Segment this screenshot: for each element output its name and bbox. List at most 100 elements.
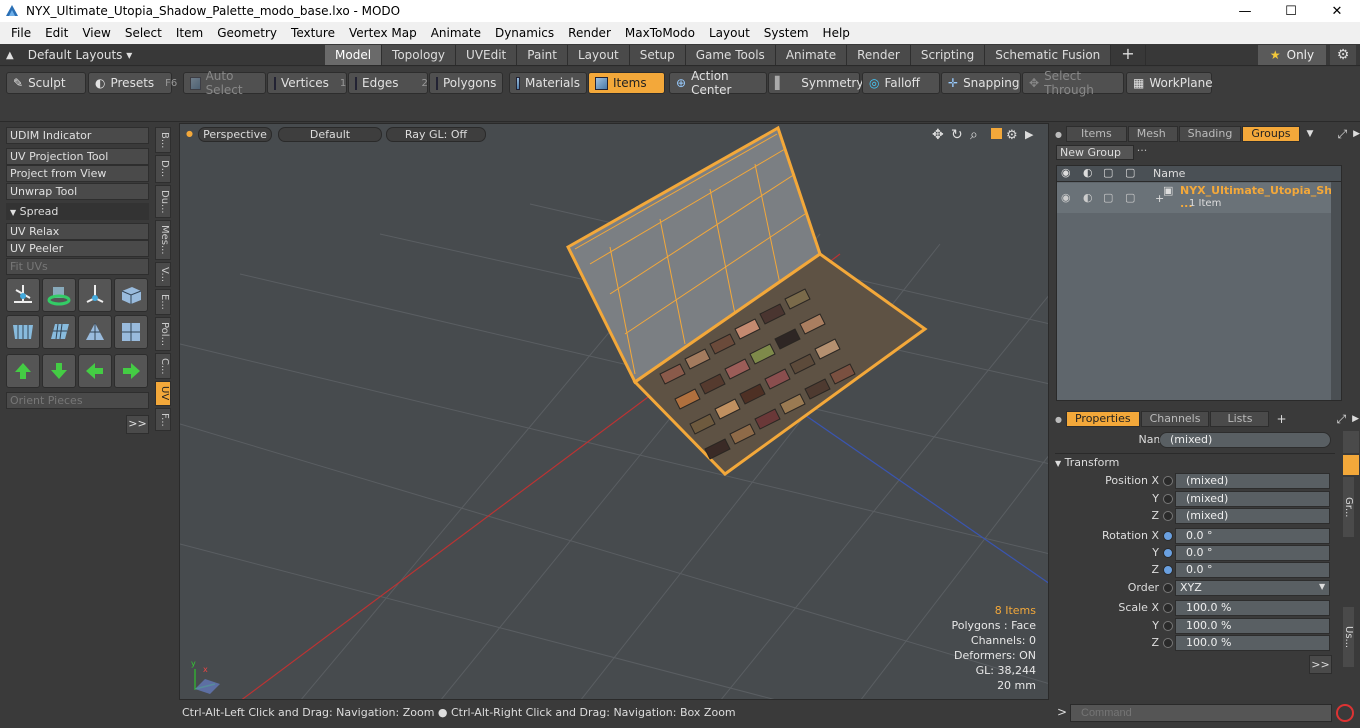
- tab-lists[interactable]: Lists: [1210, 411, 1270, 427]
- tab-scripting[interactable]: Scripting: [910, 45, 986, 65]
- align-down-arrow-icon[interactable]: [42, 354, 76, 388]
- vtab-duplicate[interactable]: Du...: [155, 184, 171, 219]
- scale-y-field[interactable]: 100.0 %: [1175, 618, 1330, 634]
- tab-render[interactable]: Render: [847, 45, 911, 65]
- rotation-z-field[interactable]: 0.0 °: [1175, 562, 1330, 578]
- close-button[interactable]: ✕: [1314, 0, 1360, 22]
- viewport-options-dot-icon[interactable]: ●: [186, 129, 193, 138]
- tab-setup[interactable]: Setup: [629, 45, 686, 65]
- vtab-edge[interactable]: E...: [155, 288, 171, 315]
- minimize-button[interactable]: —: [1222, 0, 1268, 22]
- vtab-uv[interactable]: UV: [155, 381, 171, 406]
- uv-peeler-button[interactable]: UV Peeler: [6, 240, 149, 257]
- tab-layout[interactable]: Layout: [567, 45, 630, 65]
- uv-projection-tool-button[interactable]: UV Projection Tool: [6, 148, 149, 165]
- uv-sphere-icon[interactable]: [114, 315, 148, 349]
- unwrap-tool-button[interactable]: Unwrap Tool: [6, 183, 149, 200]
- uv-box-tool-icon[interactable]: [114, 278, 148, 312]
- edges-button[interactable]: Edges 2: [348, 72, 428, 94]
- presets-button[interactable]: ◐ Presets F6: [88, 72, 177, 94]
- uv-relax-button[interactable]: UV Relax: [6, 223, 149, 240]
- align-left-arrow-icon[interactable]: [78, 354, 112, 388]
- menu-system[interactable]: System: [757, 22, 816, 44]
- position-z-field[interactable]: (mixed): [1175, 508, 1330, 524]
- group-row[interactable]: ◉ ◐ ▢ ▢ + ▣ NYX_Ultimate_Utopia_Sh ... 1…: [1057, 183, 1341, 213]
- tab-shading[interactable]: Shading: [1178, 126, 1242, 142]
- shading-style-dropdown[interactable]: Default: [278, 127, 382, 142]
- uv-transform-tool-icon[interactable]: [78, 278, 112, 312]
- raygl-toggle[interactable]: Ray GL: Off: [386, 127, 486, 142]
- symmetry-button[interactable]: ▌ Symmetry: [768, 72, 863, 94]
- side-tab-dots[interactable]: [1343, 431, 1359, 453]
- menu-select[interactable]: Select: [118, 22, 169, 44]
- menu-edit[interactable]: Edit: [38, 22, 75, 44]
- vtab-polygon[interactable]: Pol...: [155, 316, 171, 351]
- tab-channels[interactable]: Channels: [1140, 411, 1210, 427]
- tab-game-tools[interactable]: Game Tools: [685, 45, 776, 65]
- side-tab-active[interactable]: [1343, 455, 1359, 475]
- vtab-curve[interactable]: C...: [155, 352, 171, 380]
- render-icon[interactable]: ◐: [1083, 166, 1093, 179]
- props-options-dot-icon[interactable]: ●: [1055, 415, 1062, 424]
- transform-section[interactable]: ▼ Transform: [1055, 453, 1335, 469]
- menu-file[interactable]: File: [4, 22, 38, 44]
- scale-x-anim-icon[interactable]: [1163, 603, 1173, 613]
- only-button[interactable]: ★ Only: [1258, 45, 1326, 65]
- menu-item[interactable]: Item: [169, 22, 210, 44]
- position-x-field[interactable]: (mixed): [1175, 473, 1330, 489]
- tab-properties[interactable]: Properties: [1065, 411, 1140, 427]
- rotation-y-anim-icon[interactable]: [1163, 548, 1173, 558]
- menu-vertex-map[interactable]: Vertex Map: [342, 22, 424, 44]
- polygons-button[interactable]: Polygons: [429, 72, 503, 94]
- record-button[interactable]: [1336, 704, 1354, 722]
- view-type-dropdown[interactable]: Perspective: [198, 127, 272, 142]
- align-up-arrow-icon[interactable]: [6, 354, 40, 388]
- menu-animate[interactable]: Animate: [424, 22, 488, 44]
- scale-z-anim-icon[interactable]: [1163, 638, 1173, 648]
- add-tab-plus[interactable]: +: [1276, 412, 1286, 426]
- tab-schematic-fusion[interactable]: Schematic Fusion: [985, 45, 1112, 65]
- more-tools-button[interactable]: >>: [126, 415, 149, 434]
- menu-help[interactable]: Help: [816, 22, 857, 44]
- action-center-button[interactable]: ⊕ Action Center: [669, 69, 767, 97]
- position-x-anim-icon[interactable]: [1163, 476, 1173, 486]
- sculpt-button[interactable]: ✎ Sculpt: [6, 72, 86, 94]
- tab-mesh[interactable]: Mesh ...: [1127, 126, 1178, 154]
- uv-move-tool-icon[interactable]: [6, 278, 40, 312]
- visibility-eye-icon[interactable]: ◉: [1061, 166, 1071, 179]
- project-from-view-button[interactable]: Project from View: [6, 165, 149, 182]
- menu-texture[interactable]: Texture: [284, 22, 342, 44]
- tab-uvedit[interactable]: UVEdit: [456, 45, 518, 65]
- tabs-dropdown-icon[interactable]: ▼: [1307, 129, 1314, 139]
- menu-render[interactable]: Render: [561, 22, 618, 44]
- default-layouts-dropdown[interactable]: ▲ Default Layouts ▾: [6, 44, 132, 66]
- maximize-button[interactable]: ☐: [1268, 0, 1314, 22]
- menu-geometry[interactable]: Geometry: [210, 22, 284, 44]
- position-y-field[interactable]: (mixed): [1175, 491, 1330, 507]
- vtab-deform[interactable]: D...: [155, 155, 171, 183]
- rotation-x-field[interactable]: 0.0 °: [1175, 528, 1330, 544]
- name-column-header[interactable]: Name: [1153, 167, 1185, 180]
- rotation-z-anim-icon[interactable]: [1163, 565, 1173, 575]
- lock-icon[interactable]: ▢: [1103, 166, 1113, 179]
- menu-layout[interactable]: Layout: [702, 22, 757, 44]
- props-menu-icon[interactable]: ▶: [1352, 414, 1359, 424]
- command-input[interactable]: [1070, 704, 1332, 722]
- tab-model[interactable]: Model: [325, 45, 383, 65]
- order-dropdown-arrow-icon[interactable]: ▼: [1319, 582, 1325, 591]
- uv-rotate-tool-icon[interactable]: [42, 278, 76, 312]
- groups-scrollbar[interactable]: [1331, 182, 1341, 400]
- position-y-anim-icon[interactable]: [1163, 494, 1173, 504]
- position-z-anim-icon[interactable]: [1163, 511, 1173, 521]
- tab-items[interactable]: Items: [1065, 126, 1127, 142]
- panel-options-dot-icon[interactable]: ●: [1055, 130, 1062, 139]
- uv-cylinder-icon[interactable]: [6, 315, 40, 349]
- 3d-viewport[interactable]: ✥ ↻ ⌕ ⚙ ▶ yx ● Perspective Default Ray G…: [179, 123, 1049, 700]
- row-select-icon[interactable]: ▢: [1125, 191, 1135, 204]
- gear-button[interactable]: ⚙: [1330, 45, 1356, 65]
- side-tab-gr[interactable]: Gr...: [1343, 477, 1354, 537]
- scale-z-field[interactable]: 100.0 %: [1175, 635, 1330, 651]
- more-properties-button[interactable]: >>: [1309, 655, 1332, 674]
- auto-select-button[interactable]: Auto Select: [183, 69, 266, 97]
- vertices-button[interactable]: Vertices 1: [267, 72, 347, 94]
